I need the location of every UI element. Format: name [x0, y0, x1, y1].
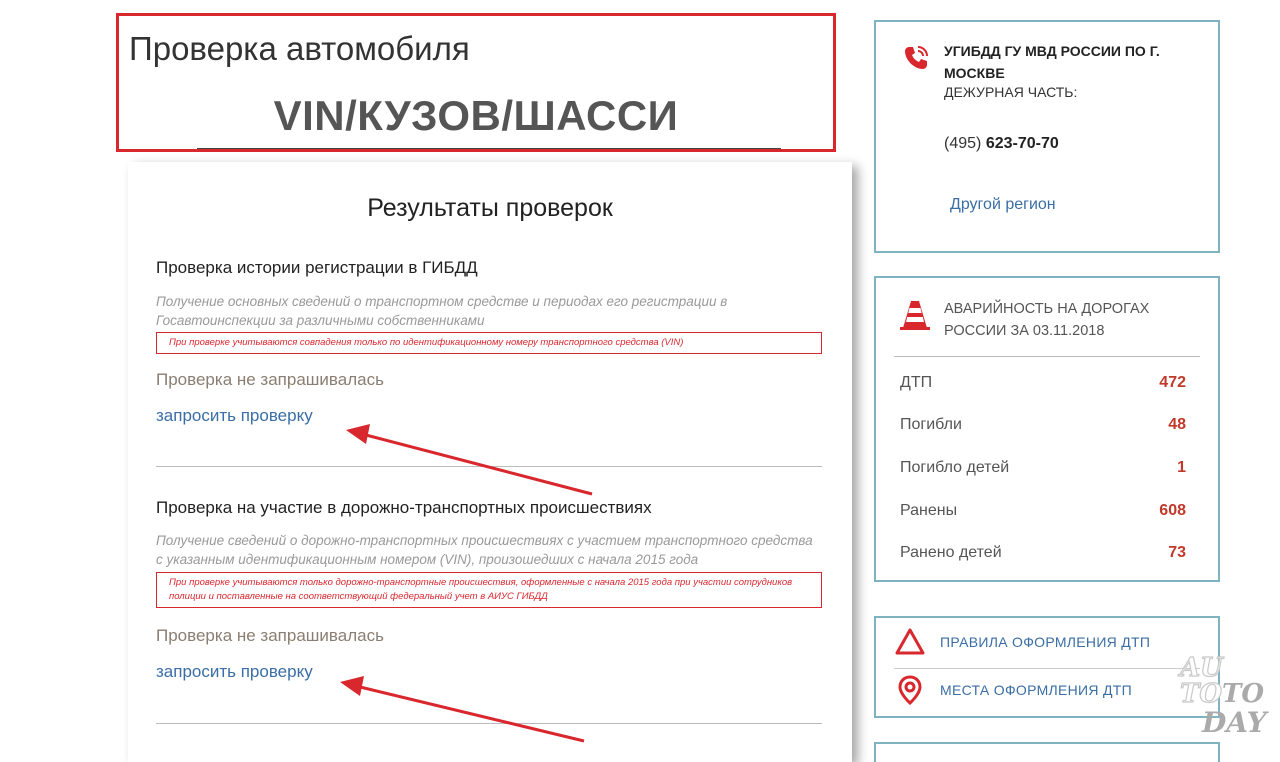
stat-row: Ранены 608 — [900, 502, 1186, 526]
gibdd-name: УГИБДД ГУ МВД РОССИИ ПО Г. МОСКВЕ — [944, 43, 1160, 81]
logo-line-4: DAY — [1201, 706, 1270, 739]
map-pin-icon — [898, 675, 922, 706]
page-title: Проверка автомобиля — [129, 30, 470, 67]
logo-line-3: TO — [1222, 679, 1264, 709]
header-underline — [197, 148, 781, 149]
section-note: При проверке учитываются совпадения толь… — [156, 332, 822, 354]
results-panel: Результаты проверок Проверка истории рег… — [128, 162, 852, 762]
stat-label: Ранено детей — [900, 544, 1002, 561]
phone-main: 623-70-70 — [985, 135, 1059, 152]
stat-value: 472 — [1159, 374, 1186, 391]
stats-title: АВАРИЙНОСТЬ НА ДОРОГАХ РОССИИ ЗА 03.11.2… — [944, 301, 1150, 339]
stat-row: Погибло детей 1 — [900, 459, 1186, 483]
stat-value: 73 — [1168, 544, 1186, 561]
check-status: Проверка не запрашивалась — [156, 626, 384, 645]
stat-label: Погибло детей — [900, 459, 1010, 476]
section-divider — [156, 723, 822, 724]
request-check-link[interactable]: запросить проверку — [156, 662, 313, 682]
stat-value: 48 — [1168, 416, 1186, 433]
stat-label: ДТП — [900, 374, 933, 391]
phone-icon — [905, 46, 928, 69]
stat-row: ДТП 472 — [900, 374, 1186, 398]
phone-code: (495) — [944, 135, 982, 152]
duty-label: ДЕЖУРНАЯ ЧАСТЬ: — [944, 84, 1078, 100]
stat-label: Погибли — [900, 416, 962, 433]
section-description: Получение основных сведений о транспортн… — [156, 294, 728, 328]
section-description: Получение сведений о дорожно-транспортны… — [156, 533, 813, 567]
page-subtitle: VIN/КУЗОВ/ШАССИ — [273, 92, 679, 139]
phone-number: (495) 623-70-70 — [944, 135, 1059, 153]
autotoday-logo: AU TO TO DAY — [1176, 652, 1270, 739]
stat-value: 608 — [1159, 502, 1186, 519]
results-title: Результаты проверок — [367, 194, 613, 222]
warning-triangle-icon — [895, 628, 925, 655]
stat-row: Ранено детей 73 — [900, 544, 1186, 568]
dtp-rules-label: ПРАВИЛА ОФОРМЛЕНИЯ ДТП — [940, 634, 1151, 650]
check-status: Проверка не запрашивалась — [156, 370, 384, 389]
links-divider — [894, 668, 1200, 669]
request-check-link[interactable]: запросить проверку — [156, 406, 313, 426]
stat-row: Погибли 48 — [900, 416, 1186, 440]
section-divider — [156, 466, 822, 467]
header-box: Проверка автомобиля VIN/КУЗОВ/ШАССИ — [116, 13, 836, 152]
stat-value: 1 — [1177, 459, 1186, 476]
other-region-link[interactable]: Другой регион — [950, 196, 1056, 214]
stats-divider — [894, 356, 1200, 357]
dtp-links-box: ПРАВИЛА ОФОРМЛЕНИЯ ДТП МЕСТА ОФОРМЛЕНИЯ … — [874, 616, 1220, 718]
next-box-edge — [874, 742, 1220, 762]
section-note: При проверке учитываются только дорожно-… — [156, 572, 822, 608]
gibdd-contact-box: УГИБДД ГУ МВД РОССИИ ПО Г. МОСКВЕ ДЕЖУРН… — [874, 20, 1220, 253]
logo-line-2: TO — [1180, 679, 1222, 709]
dtp-places-label: МЕСТА ОФОРМЛЕНИЯ ДТП — [940, 682, 1133, 698]
section-title: Проверка истории регистрации в ГИБДД — [156, 258, 478, 277]
stat-label: Ранены — [900, 502, 958, 519]
accident-stats-box: АВАРИЙНОСТЬ НА ДОРОГАХ РОССИИ ЗА 03.11.2… — [874, 276, 1220, 582]
traffic-cone-icon — [900, 301, 930, 330]
section-title: Проверка на участие в дорожно-транспортн… — [156, 498, 652, 517]
